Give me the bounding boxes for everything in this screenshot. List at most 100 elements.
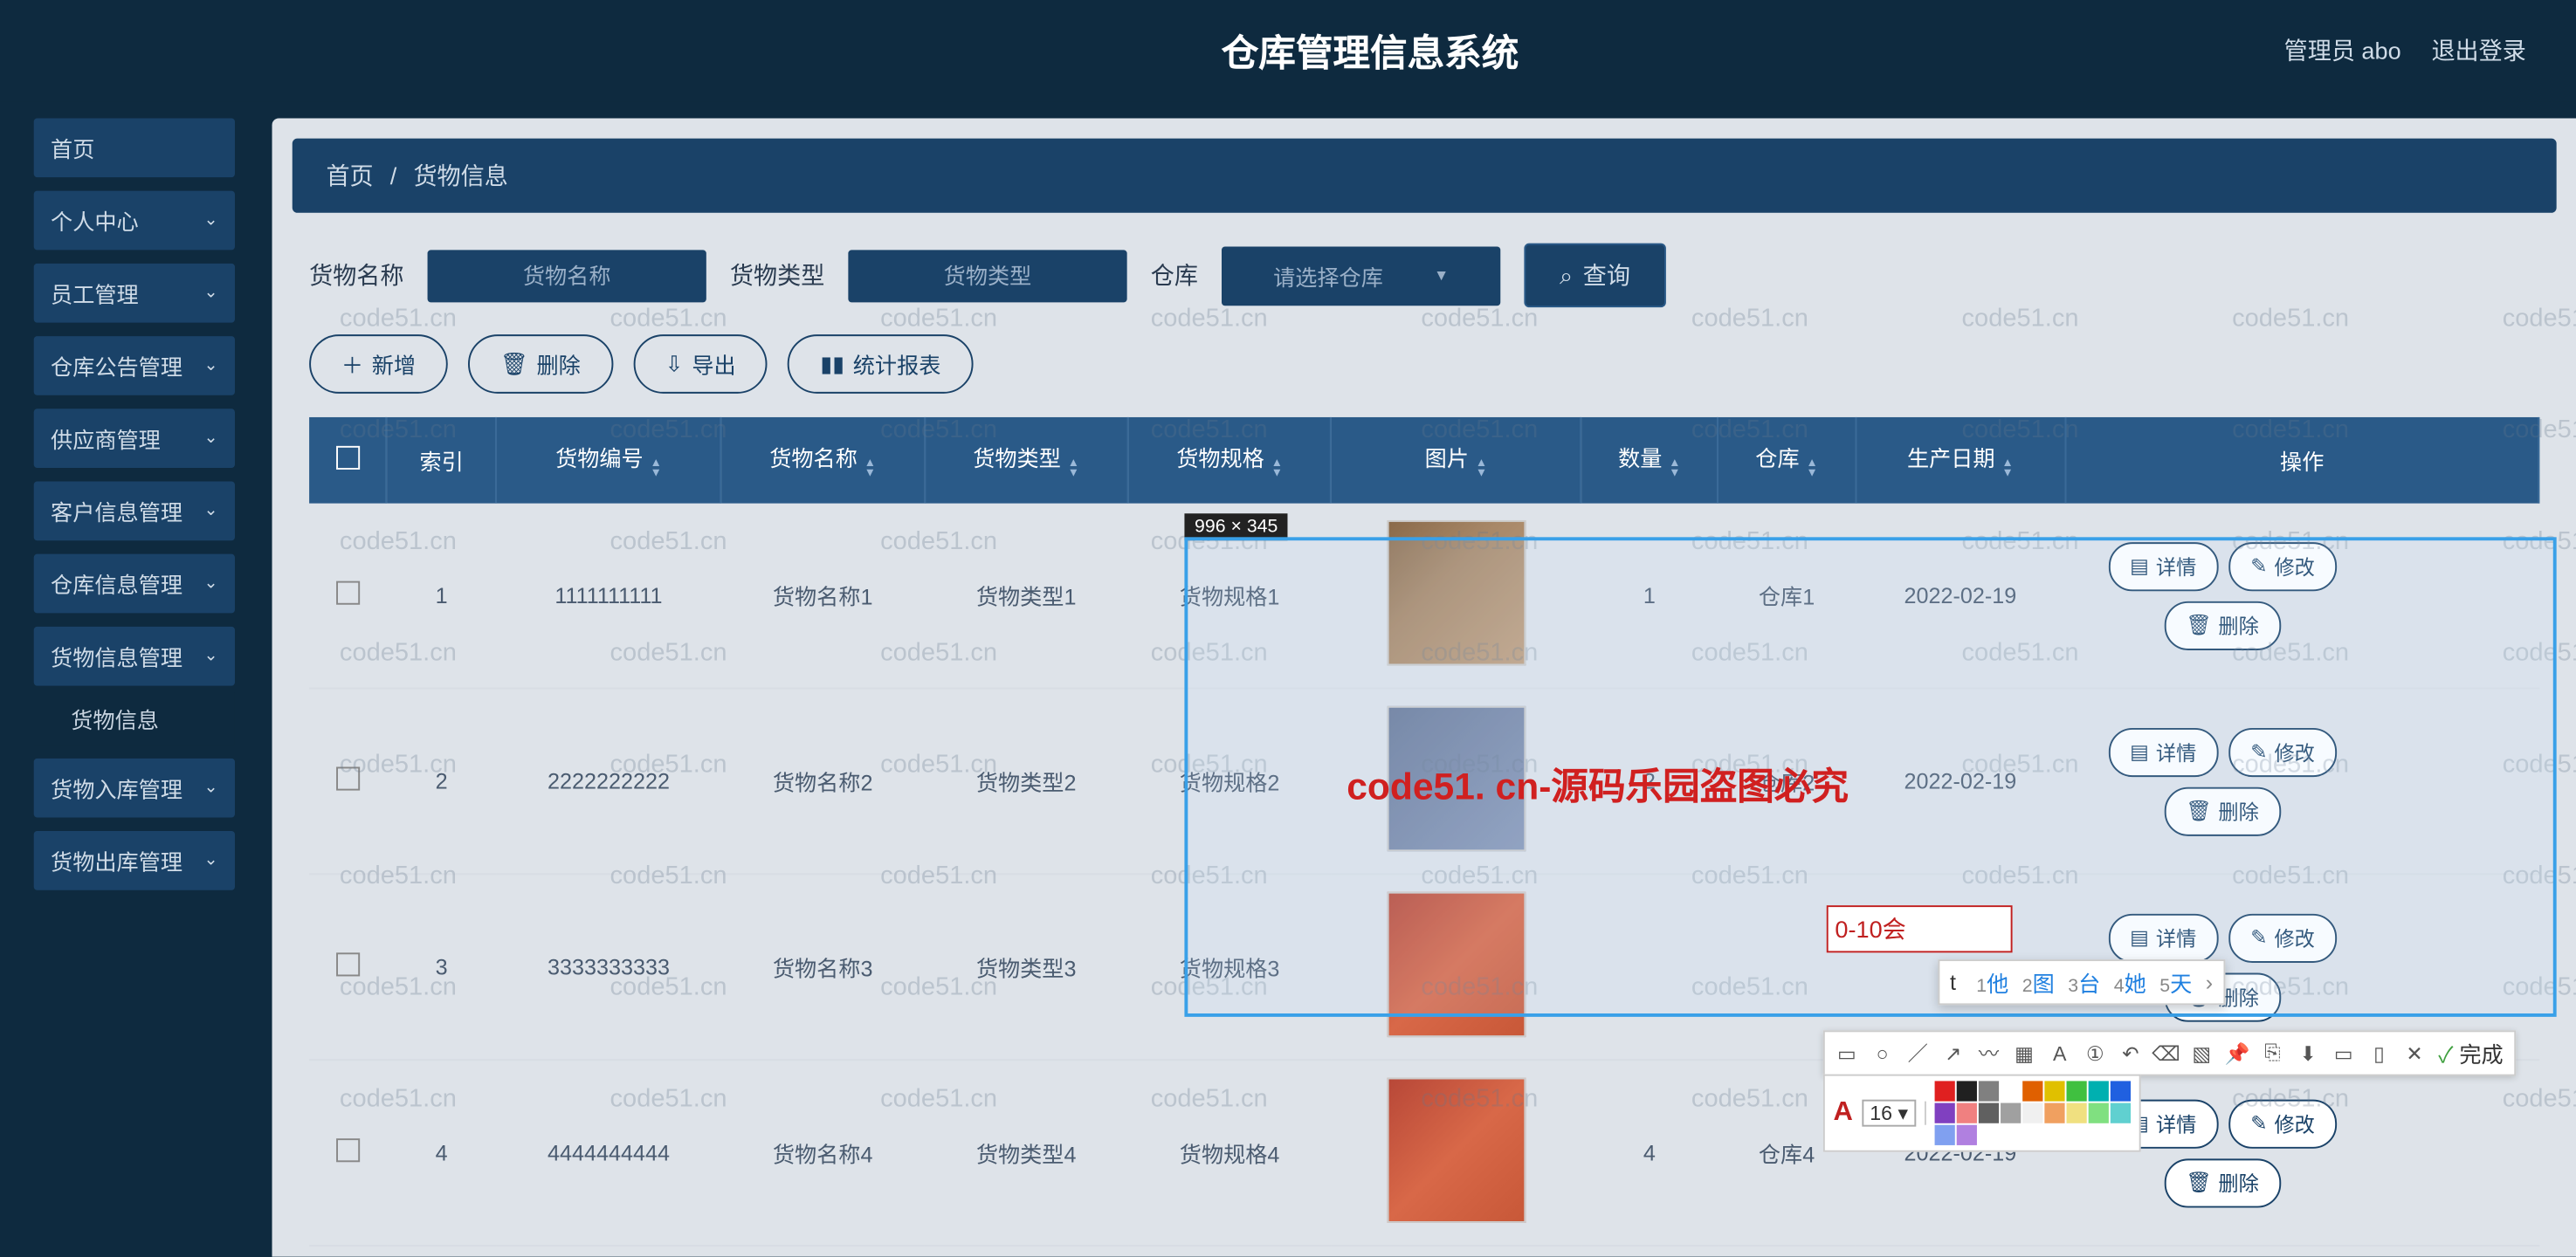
col-header[interactable]: 货物名称▲▼ bbox=[721, 417, 925, 504]
sidebar-item-5[interactable]: 客户信息管理⌄ bbox=[34, 481, 235, 540]
row-delete-button[interactable]: 🗑删除 bbox=[2164, 601, 2281, 649]
row-checkbox[interactable] bbox=[336, 766, 360, 790]
sidebar-item-7[interactable]: 货物信息管理⌄ bbox=[34, 627, 235, 686]
color-swatch[interactable] bbox=[2089, 1081, 2109, 1101]
color-swatch[interactable] bbox=[1935, 1125, 1955, 1145]
mosaic-icon[interactable]: ▦ bbox=[2013, 1041, 2036, 1065]
ocr-icon[interactable]: ⎘ bbox=[2261, 1041, 2284, 1065]
color-swatch[interactable] bbox=[2067, 1103, 2087, 1123]
undo-icon[interactable]: ↶ bbox=[2118, 1041, 2142, 1065]
detail-button[interactable]: ▤详情 bbox=[2108, 727, 2218, 776]
filter-type-input[interactable] bbox=[848, 249, 1126, 301]
logout-link[interactable]: 退出登录 bbox=[2431, 34, 2525, 68]
row-checkbox[interactable] bbox=[336, 581, 360, 605]
ime-candidate-popup[interactable]: t 1他2图3台4她5天› bbox=[1938, 959, 2224, 1005]
color-swatch[interactable] bbox=[2001, 1103, 2022, 1123]
done-button[interactable]: ✓ 完成 bbox=[2438, 1037, 2504, 1069]
arrow-icon[interactable]: ↗ bbox=[1941, 1041, 1965, 1065]
detail-button[interactable]: ▤详情 bbox=[2108, 913, 2218, 962]
color-swatch[interactable] bbox=[2111, 1103, 2131, 1123]
sidebar-item-9[interactable]: 货物出库管理⌄ bbox=[34, 831, 235, 890]
edit-button[interactable]: ✎修改 bbox=[2228, 913, 2337, 962]
ime-candidate[interactable]: 2图 bbox=[2022, 966, 2055, 999]
record-icon[interactable]: ▯ bbox=[2367, 1041, 2391, 1065]
sidebar-item-3[interactable]: 仓库公告管理⌄ bbox=[34, 336, 235, 395]
col-header[interactable]: 货物规格▲▼ bbox=[1128, 417, 1332, 504]
color-swatch[interactable] bbox=[2111, 1081, 2131, 1101]
ime-candidate[interactable]: 5天 bbox=[2159, 966, 2192, 999]
sidebar-item-2[interactable]: 员工管理⌄ bbox=[34, 264, 235, 323]
col-header[interactable]: 索引 bbox=[387, 417, 496, 504]
capture-icon[interactable]: ▧ bbox=[2190, 1041, 2214, 1065]
line-icon[interactable]: ／ bbox=[1906, 1041, 1930, 1065]
breadcrumb-root[interactable]: 首页 bbox=[326, 162, 373, 189]
row-delete-button[interactable]: 🗑删除 bbox=[2164, 786, 2281, 835]
color-swatch[interactable] bbox=[2001, 1081, 2022, 1101]
color-swatch[interactable] bbox=[1957, 1125, 1977, 1145]
add-button[interactable]: ＋新增 bbox=[309, 334, 448, 394]
image-thumb[interactable] bbox=[1387, 1078, 1526, 1223]
counter-icon[interactable]: ① bbox=[2084, 1041, 2107, 1065]
stats-button[interactable]: ▮▮统计报表 bbox=[789, 334, 974, 394]
sidebar-item-6[interactable]: 仓库信息管理⌄ bbox=[34, 554, 235, 614]
color-swatch[interactable] bbox=[1935, 1103, 1955, 1123]
select-all-checkbox[interactable] bbox=[335, 446, 359, 470]
sidebar-item-8[interactable]: 货物入库管理⌄ bbox=[34, 759, 235, 818]
color-swatch[interactable] bbox=[1979, 1081, 1999, 1101]
color-swatch[interactable] bbox=[2023, 1081, 2043, 1101]
close-icon[interactable]: ✕ bbox=[2403, 1041, 2427, 1065]
ime-input-box[interactable]: 0-10会 bbox=[1827, 905, 2013, 952]
detail-button[interactable]: ▤详情 bbox=[2108, 541, 2218, 590]
save-icon[interactable]: ⬇ bbox=[2297, 1041, 2320, 1065]
row-checkbox[interactable] bbox=[336, 952, 360, 976]
image-thumb[interactable] bbox=[1387, 520, 1526, 665]
ime-candidate[interactable]: 3台 bbox=[2068, 966, 2100, 999]
sidebar-item-4[interactable]: 供应商管理⌄ bbox=[34, 409, 235, 468]
ime-candidate[interactable]: 4她 bbox=[2114, 966, 2146, 999]
user-role[interactable]: 管理员 abo bbox=[2284, 34, 2401, 68]
text-icon[interactable]: A bbox=[2048, 1041, 2071, 1065]
export-button[interactable]: ⇩导出 bbox=[633, 334, 768, 394]
edit-button[interactable]: ✎修改 bbox=[2228, 727, 2337, 776]
color-swatch[interactable] bbox=[2045, 1081, 2065, 1101]
col-header[interactable]: 图片▲▼ bbox=[1332, 417, 1581, 504]
color-swatch[interactable] bbox=[1935, 1081, 1955, 1101]
row-delete-button[interactable]: 🗑删除 bbox=[2164, 1157, 2281, 1206]
filter-name-input[interactable] bbox=[428, 249, 706, 301]
delete-button[interactable]: 🗑删除 bbox=[468, 334, 613, 394]
font-size-select[interactable]: 16 ▾ bbox=[1862, 1100, 1917, 1127]
ime-candidate[interactable]: 1他 bbox=[1976, 966, 2008, 999]
sidebar-item-1[interactable]: 个人中心⌄ bbox=[34, 191, 235, 251]
row-checkbox[interactable] bbox=[336, 1138, 360, 1162]
color-swatch[interactable] bbox=[2067, 1081, 2087, 1101]
color-swatch[interactable] bbox=[2045, 1103, 2065, 1123]
col-header[interactable]: 货物编号▲▼ bbox=[496, 417, 720, 504]
edit-button[interactable]: ✎修改 bbox=[2228, 1099, 2337, 1148]
image-thumb[interactable] bbox=[1387, 892, 1526, 1037]
topbar: 仓库管理信息系统 管理员 abo 退出登录 bbox=[0, 0, 2576, 101]
sidebar-item-0[interactable]: 首页 bbox=[34, 118, 235, 177]
col-header[interactable]: 生产日期▲▼ bbox=[1856, 417, 2065, 504]
ellipse-icon[interactable]: ○ bbox=[1870, 1041, 1894, 1065]
edit-button[interactable]: ✎修改 bbox=[2228, 541, 2337, 590]
filter-wh-select[interactable]: 请选择仓库 ▼ bbox=[1222, 246, 1500, 306]
col-header[interactable]: 操作 bbox=[2065, 417, 2538, 504]
cell-spec: 货物规格5 bbox=[1128, 1246, 1332, 1257]
copy-icon[interactable]: ▭ bbox=[2331, 1041, 2355, 1065]
color-swatch[interactable] bbox=[1957, 1103, 1977, 1123]
ime-more-icon[interactable]: › bbox=[2206, 970, 2213, 995]
brush-icon[interactable]: 〰 bbox=[1977, 1041, 2001, 1065]
color-swatch[interactable] bbox=[1979, 1103, 1999, 1123]
rect-icon[interactable]: ▭ bbox=[1835, 1041, 1858, 1065]
color-swatch[interactable] bbox=[2089, 1103, 2109, 1123]
filter-bar: 货物名称 货物类型 仓库 请选择仓库 ▼ ⌕ 查询 bbox=[272, 213, 2576, 321]
pin-icon[interactable]: 📌 bbox=[2225, 1041, 2249, 1065]
col-header[interactable]: 货物类型▲▼ bbox=[925, 417, 1128, 504]
col-header[interactable]: 仓库▲▼ bbox=[1718, 417, 1855, 504]
query-button[interactable]: ⌕ 查询 bbox=[1524, 244, 1665, 308]
eraser-icon[interactable]: ⌫ bbox=[2154, 1041, 2178, 1065]
sidebar-sub-active[interactable]: 货物信息 bbox=[34, 692, 235, 745]
color-swatch[interactable] bbox=[2023, 1103, 2043, 1123]
color-swatch[interactable] bbox=[1957, 1081, 1977, 1101]
col-header[interactable]: 数量▲▼ bbox=[1581, 417, 1718, 504]
